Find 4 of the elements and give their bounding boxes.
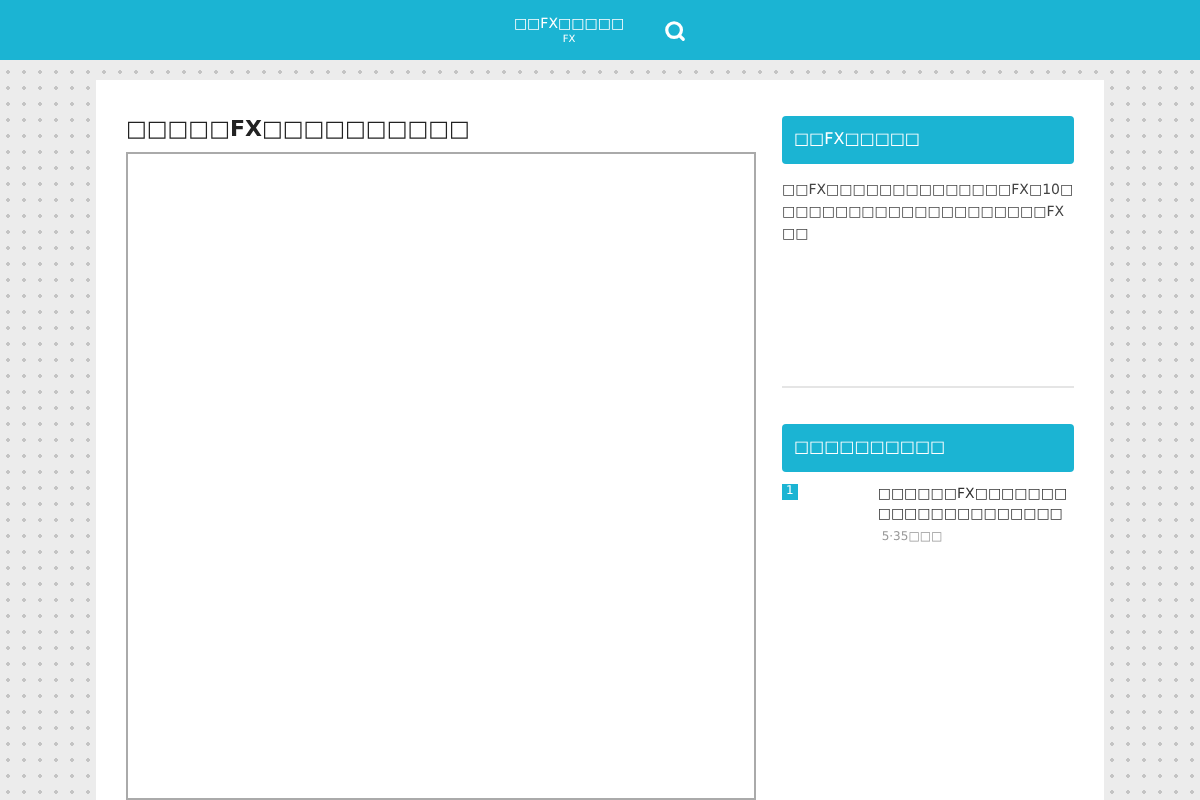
search-icon[interactable] bbox=[664, 19, 687, 41]
widget-title: □□□□□□□□□□ bbox=[782, 424, 1074, 472]
widget-title: □□FX□□□□□ bbox=[782, 116, 1074, 164]
article-title: □□□□□FX□□□□□□□□□□ bbox=[126, 116, 472, 144]
